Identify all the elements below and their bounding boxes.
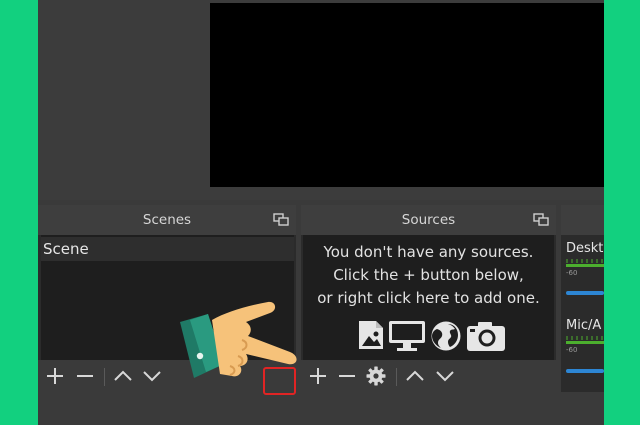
arrow-up-icon: [114, 370, 132, 381]
minus-icon: [339, 375, 355, 377]
move-source-down-button[interactable]: [431, 360, 459, 392]
source-type-icons: [357, 319, 507, 353]
scene-item[interactable]: Scene: [41, 237, 294, 261]
mixer-channel-name: Mic/A: [566, 318, 602, 333]
preview-canvas[interactable]: [210, 3, 604, 187]
meter-scale-label: -60: [566, 346, 578, 354]
sources-empty-line-2: Click the + button below,: [333, 266, 524, 284]
arrow-up-icon: [406, 370, 424, 381]
pointing-hand-icon: [180, 301, 297, 378]
scenes-dock-title: Scenes: [38, 205, 296, 235]
add-scene-button[interactable]: [42, 360, 68, 392]
sources-toolbar: [301, 360, 556, 392]
source-properties-button[interactable]: [362, 360, 390, 392]
audio-mixer-dock: Deskt -60 Mic/A -60: [561, 205, 604, 392]
move-source-up-button[interactable]: [401, 360, 429, 392]
sources-empty-line-1: You don't have any sources.: [323, 243, 534, 261]
sources-dock-title: Sources: [301, 205, 556, 235]
volume-meter: [566, 341, 604, 344]
remove-scene-button[interactable]: [72, 360, 98, 392]
meter-ticks: [566, 259, 603, 263]
preview-area: [38, 0, 604, 200]
sources-dock: Sources You don't have any sources. Clic…: [301, 205, 556, 392]
volume-meter: [566, 264, 604, 267]
camera-icon: [467, 322, 505, 351]
mixer-channel-name: Deskt: [566, 241, 604, 256]
image-icon: [359, 321, 383, 349]
meter-ticks: [566, 336, 603, 340]
volume-slider[interactable]: [566, 291, 604, 295]
toolbar-separator: [104, 368, 105, 386]
globe-icon: [431, 321, 461, 351]
monitor-icon: [389, 321, 425, 351]
gear-icon: [366, 366, 386, 386]
remove-source-button[interactable]: [334, 360, 360, 392]
plus-icon: [47, 368, 63, 384]
sources-empty-line-3: or right click here to add one.: [317, 289, 540, 307]
audio-mixer-title: [561, 205, 604, 235]
toolbar-separator: [396, 368, 397, 386]
obs-window: Scenes Scene Sources You don't have any …: [38, 0, 604, 425]
volume-slider[interactable]: [566, 369, 604, 373]
float-dock-icon[interactable]: [273, 213, 289, 226]
meter-scale-label: -60: [566, 269, 578, 277]
move-scene-up-button[interactable]: [110, 360, 136, 392]
minus-icon: [77, 375, 93, 377]
sources-list[interactable]: You don't have any sources. Click the + …: [303, 235, 554, 360]
float-dock-icon[interactable]: [533, 213, 549, 226]
arrow-down-icon: [436, 371, 454, 382]
